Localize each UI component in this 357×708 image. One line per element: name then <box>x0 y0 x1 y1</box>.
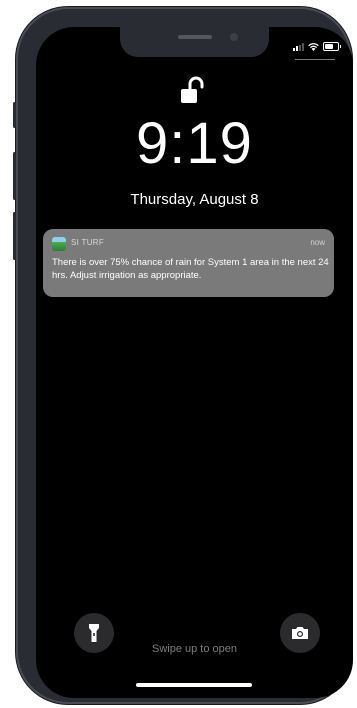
battery-icon <box>323 42 341 51</box>
status-bar <box>293 42 341 51</box>
volume-up-button <box>13 152 16 200</box>
earpiece-speaker <box>178 35 212 39</box>
notification-message: There is over 75% chance of rain for Sys… <box>52 257 329 281</box>
unlocked-padlock-icon <box>181 76 204 103</box>
status-underline <box>295 59 335 60</box>
notification-card[interactable]: SI TURF now There is over 75% chance of … <box>43 229 334 297</box>
camera-icon <box>292 627 308 639</box>
home-indicator[interactable] <box>136 683 252 687</box>
notification-time: now <box>310 238 325 247</box>
swipe-up-hint: Swipe up to open <box>151 643 237 655</box>
clock-date: Thursday, August 8 <box>130 191 259 208</box>
silent-switch <box>13 102 16 128</box>
notification-app-name: SI TURF <box>71 238 105 247</box>
front-camera <box>230 33 238 41</box>
phone-frame: 9:19 Thursday, August 8 SI TURF now Ther… <box>13 7 353 704</box>
wifi-icon <box>308 42 319 51</box>
cellular-signal-icon <box>293 42 304 51</box>
flashlight-icon <box>89 624 99 642</box>
lock-screen: 9:19 Thursday, August 8 SI TURF now Ther… <box>36 27 353 698</box>
clock-time: 9:19 <box>136 111 253 176</box>
si-turf-app-icon <box>52 237 66 251</box>
volume-down-button <box>13 212 16 260</box>
notch <box>120 27 269 57</box>
